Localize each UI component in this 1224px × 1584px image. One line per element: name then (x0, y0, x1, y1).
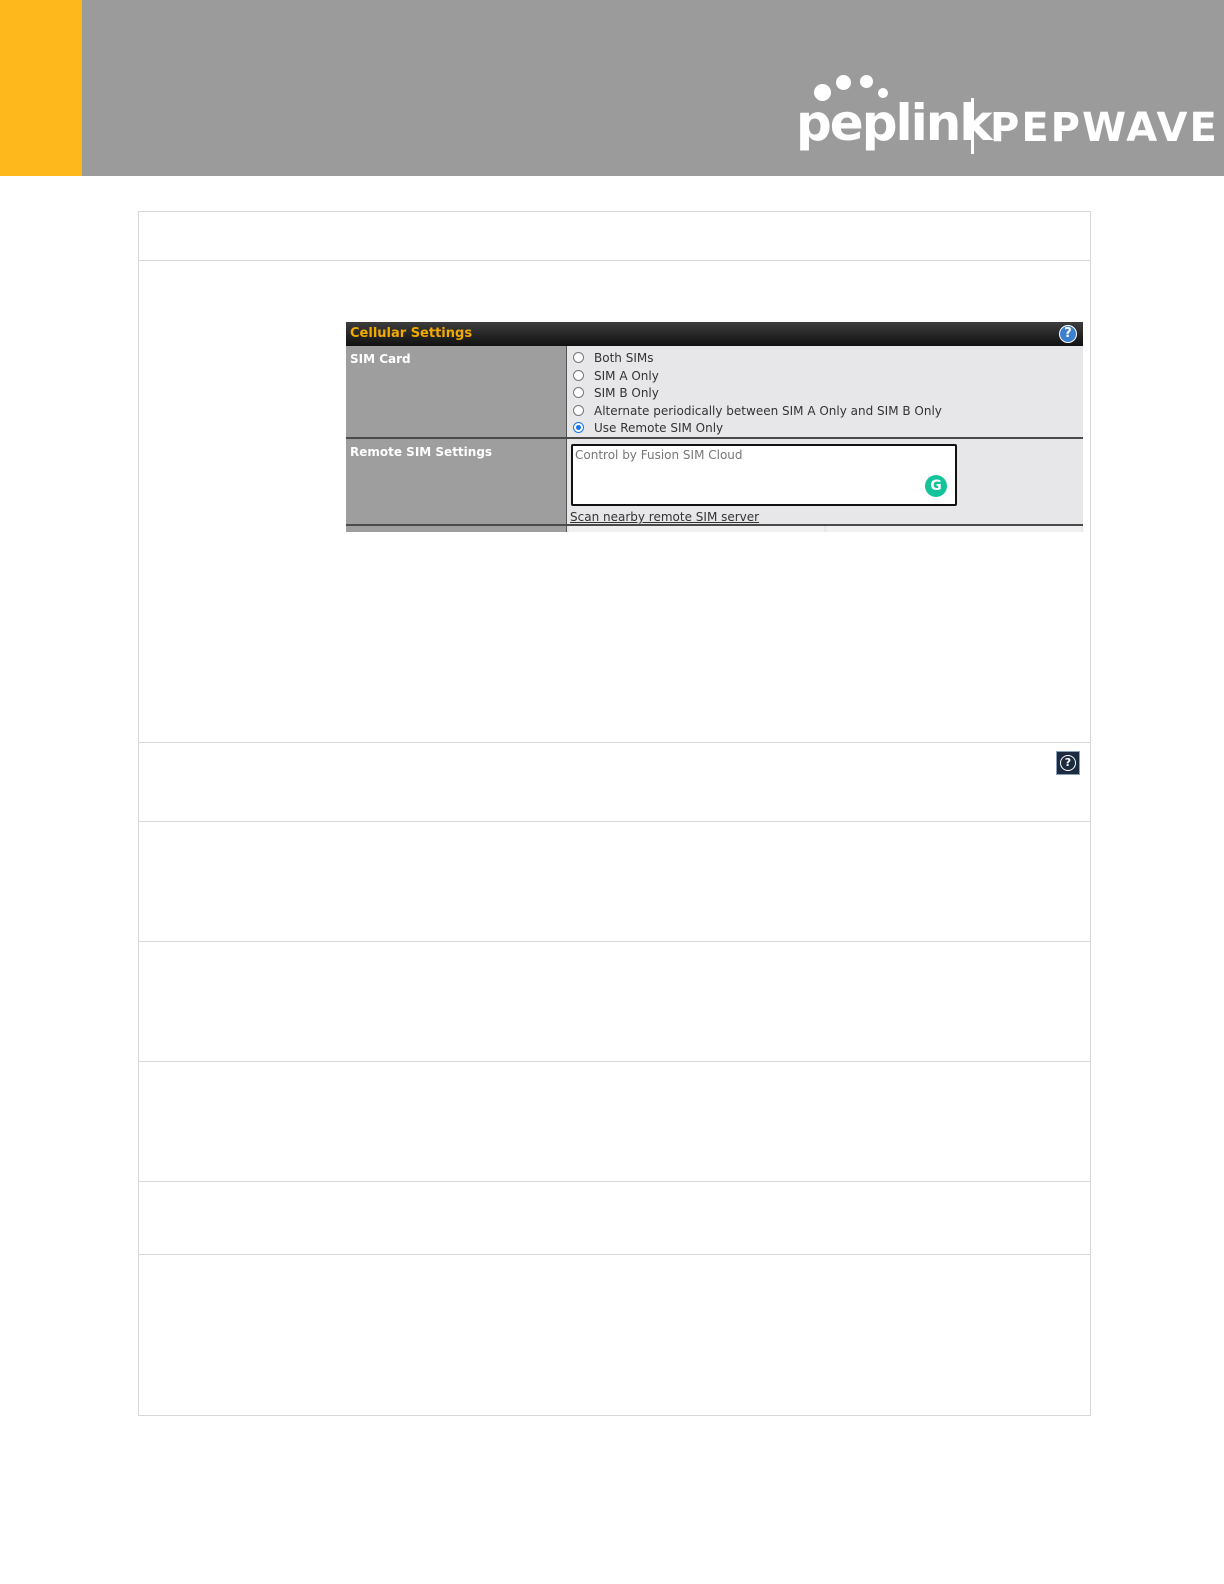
settings-title: Cellular Settings (350, 326, 473, 341)
table-row-divider (139, 1061, 1090, 1062)
logo-dot (836, 75, 851, 90)
remote-sim-value-cell: Control by Fusion SIM Cloud G Scan nearb… (567, 439, 1083, 526)
next-row-cell (827, 526, 1081, 532)
radio-alternate-sims[interactable]: Alternate periodically between SIM A Onl… (573, 402, 942, 419)
remote-sim-label: Remote SIM Settings (350, 445, 493, 459)
next-row-label-cell (346, 526, 567, 532)
peplink-pepwave-logo: peplink PEPWAVE (790, 70, 1217, 160)
banner-accent-bar (0, 0, 82, 176)
radio-label: SIM B Only (594, 385, 659, 400)
help-icon-glyph: ? (1060, 755, 1076, 771)
sim-card-options: Both SIMs SIM A Only SIM B Only Alternat… (567, 346, 1083, 438)
logo-divider (971, 98, 974, 154)
header-banner: peplink PEPWAVE (0, 0, 1224, 176)
radio-label: Use Remote SIM Only (594, 420, 724, 435)
remote-sim-textarea[interactable]: Control by Fusion SIM Cloud G (571, 444, 957, 506)
radio-sim-a-only[interactable]: SIM A Only (573, 367, 659, 384)
radio-button[interactable] (573, 387, 584, 398)
radio-label: Both SIMs (594, 350, 654, 365)
cellular-settings-panel: Cellular Settings ? SIM Card Both SIMs S… (346, 322, 1083, 532)
remote-sim-textarea-value: Control by Fusion SIM Cloud (575, 448, 743, 462)
table-row-divider (139, 260, 1090, 261)
radio-label: SIM A Only (594, 368, 659, 383)
logo-pepwave-text: PEPWAVE (990, 105, 1219, 151)
radio-both-sims[interactable]: Both SIMs (573, 349, 653, 366)
help-icon[interactable]: ? (1056, 751, 1080, 775)
remote-sim-label-cell: Remote SIM Settings (346, 439, 567, 526)
radio-sim-b-only[interactable]: SIM B Only (573, 384, 659, 401)
logo-peplink-text: peplink (796, 94, 993, 152)
table-row-divider (139, 1254, 1090, 1255)
logo-dot (860, 75, 873, 88)
table-row-divider (139, 941, 1090, 942)
sim-card-label-cell: SIM Card (346, 346, 567, 438)
radio-remote-sim-only[interactable]: Use Remote SIM Only (573, 419, 723, 436)
radio-button[interactable] (573, 352, 584, 363)
help-icon[interactable]: ? (1059, 325, 1077, 343)
radio-label: Alternate periodically between SIM A Onl… (594, 403, 942, 418)
table-row-divider (139, 821, 1090, 822)
radio-button-selected[interactable] (573, 422, 584, 433)
next-row-cell (569, 526, 824, 532)
table-row-divider (139, 742, 1090, 743)
grammarly-icon[interactable]: G (925, 475, 947, 497)
scan-remote-sim-link[interactable]: Scan nearby remote SIM server (570, 510, 759, 524)
sim-card-label: SIM Card (350, 352, 411, 366)
settings-header: Cellular Settings ? (346, 322, 1083, 346)
radio-button[interactable] (573, 405, 584, 416)
radio-button[interactable] (573, 370, 584, 381)
table-row-divider (139, 1181, 1090, 1182)
